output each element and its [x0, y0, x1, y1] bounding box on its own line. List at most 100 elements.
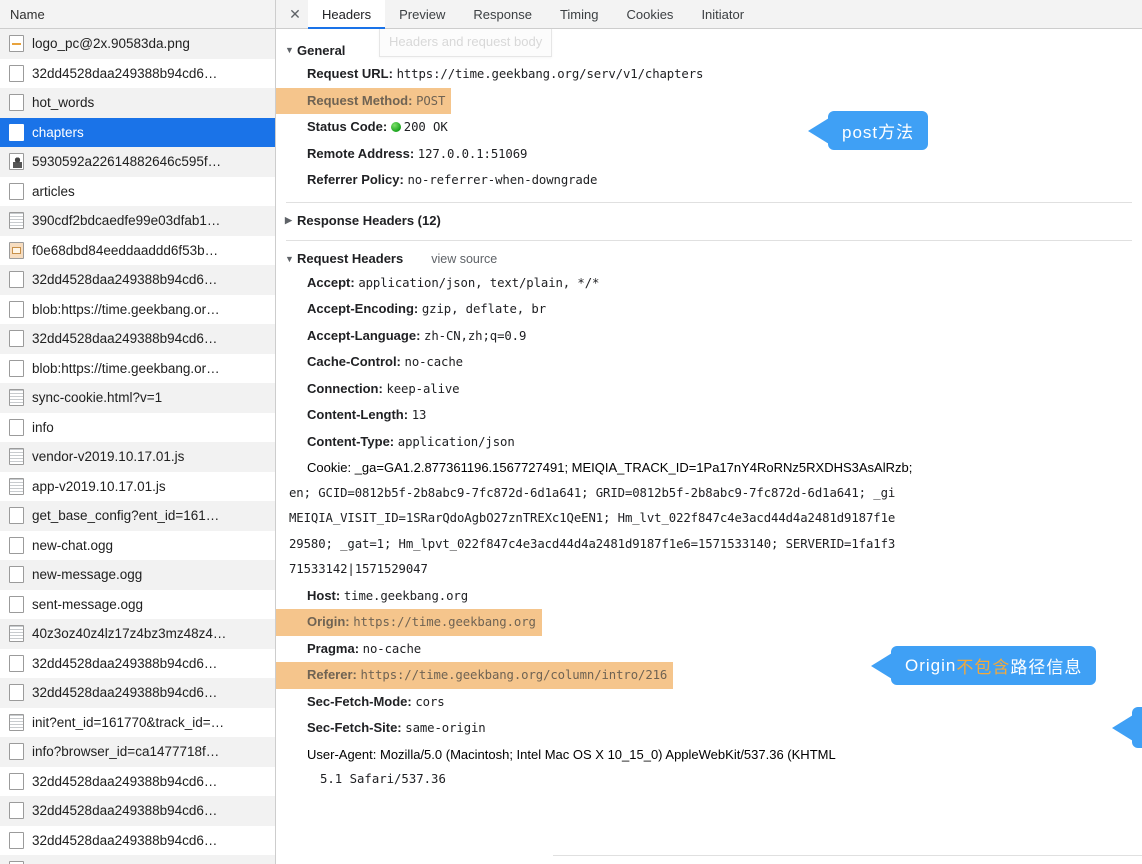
request-list-item[interactable]: 5930592a22614882646c595f…	[0, 147, 275, 177]
origin-highlight-wrapper: Origin: https://time.geekbang.org	[276, 609, 1142, 636]
request-list[interactable]: logo_pc@2x.90583da.png 32dd4528daa249388b…	[0, 29, 275, 864]
request-headers-section-header[interactable]: ▼ Request Headers view source	[276, 248, 1142, 270]
plain-file-icon	[9, 330, 24, 347]
request-list-item[interactable]: 32dd4528daa249388b94cd6…	[0, 767, 275, 797]
tab-headers[interactable]: Headers	[308, 0, 385, 28]
devtools-network-panel: Name logo_pc@2x.90583da.png 32dd4528daa24…	[0, 0, 1142, 864]
request-list-item[interactable]: chapters	[0, 118, 275, 148]
user-agent-value-line-1: Mozilla/5.0 (Macintosh; Intel Mac OS X 1…	[376, 747, 835, 762]
request-list-item-label: articles	[32, 184, 75, 199]
column-header-name: Name	[10, 7, 45, 22]
response-headers-section-header[interactable]: ▶ Response Headers (12)	[276, 210, 1142, 232]
request-list-header: Name	[0, 0, 275, 29]
request-list-item[interactable]: articles	[0, 177, 275, 207]
request-list-item[interactable]: new-chat.ogg	[0, 531, 275, 561]
cookie-value-line-2: en; GCID=0812b5f-2b8abc9-7fc872d-6d1a641…	[289, 481, 1142, 507]
callout-origin-note: Origin不包含路径信息	[891, 646, 1096, 685]
request-list-item[interactable]: init?ent_id=161770&track_id=…	[0, 708, 275, 738]
request-list-item[interactable]: 32dd4528daa249388b94cd6…	[0, 855, 275, 864]
request-list-item[interactable]: 40z3oz40z4lz17z4bz3mz48z4…	[0, 619, 275, 649]
request-list-item-label: chapters	[32, 125, 84, 140]
tab-response[interactable]: Response	[459, 0, 546, 28]
plain-file-icon	[9, 271, 24, 288]
cookie-key: Cookie:	[307, 460, 351, 475]
request-list-item[interactable]: app-v2019.10.17.01.js	[0, 472, 275, 502]
request-list-item[interactable]: blob:https://time.geekbang.or…	[0, 354, 275, 384]
sec-fetch-site-header-row: Sec-Fetch-Site: same-origin	[276, 715, 1142, 742]
plain-file-icon	[9, 360, 24, 377]
section-divider-2	[286, 240, 1132, 241]
request-list-item-label: 32dd4528daa249388b94cd6…	[32, 774, 217, 789]
plain-file-icon	[9, 65, 24, 82]
request-header-row: Accept: application/json, text/plain, */…	[276, 270, 1142, 297]
request-list-item-label: 32dd4528daa249388b94cd6…	[32, 66, 217, 81]
request-list-item[interactable]: sent-message.ogg	[0, 590, 275, 620]
request-header-value: keep-alive	[386, 382, 459, 396]
request-list-item[interactable]: vendor-v2019.10.17.01.js	[0, 442, 275, 472]
general-referrer-policy-row: Referrer Policy: no-referrer-when-downgr…	[276, 167, 1142, 194]
general-status-code-row: Status Code: 200 OK	[276, 114, 1142, 141]
plain-file-icon	[9, 655, 24, 672]
close-icon[interactable]: ✕	[282, 0, 308, 28]
request-list-item[interactable]: logo_pc@2x.90583da.png	[0, 29, 275, 59]
tab-timing[interactable]: Timing	[546, 0, 613, 28]
request-header-key: Connection:	[307, 381, 383, 396]
request-list-item[interactable]: get_base_config?ent_id=161…	[0, 501, 275, 531]
request-list-item[interactable]: 32dd4528daa249388b94cd6…	[0, 826, 275, 856]
request-list-item-label: get_base_config?ent_id=161…	[32, 508, 219, 523]
plain-file-icon	[9, 596, 24, 613]
request-header-key: Accept:	[307, 275, 355, 290]
request-list-item[interactable]: 32dd4528daa249388b94cd6…	[0, 59, 275, 89]
request-list-item-label: blob:https://time.geekbang.or…	[32, 361, 220, 376]
request-list-item-label: sync-cookie.html?v=1	[32, 390, 162, 405]
request-list-item-label: init?ent_id=161770&track_id=…	[32, 715, 224, 730]
plain-file-icon	[9, 507, 24, 524]
request-header-key: Content-Length:	[307, 407, 408, 422]
sec-fetch-mode-key: Sec-Fetch-Mode:	[307, 694, 412, 709]
request-list-item[interactable]: sync-cookie.html?v=1	[0, 383, 275, 413]
referer-header-row: Referer: https://time.geekbang.org/colum…	[276, 662, 673, 689]
request-list-item[interactable]: new-message.ogg	[0, 560, 275, 590]
request-list-item-label: 32dd4528daa249388b94cd6…	[32, 656, 217, 671]
request-list-item[interactable]: info	[0, 413, 275, 443]
request-method-key: Request Method:	[307, 93, 412, 108]
tab-initiator[interactable]: Initiator	[687, 0, 758, 28]
request-url-key: Request URL:	[307, 66, 393, 81]
request-list-item-label: 32dd4528daa249388b94cd6…	[32, 331, 217, 346]
document-file-icon	[9, 389, 24, 406]
person-image-icon	[9, 153, 24, 170]
tab-preview[interactable]: Preview	[385, 0, 459, 28]
request-list-item[interactable]: 32dd4528daa249388b94cd6…	[0, 265, 275, 295]
plain-file-icon	[9, 419, 24, 436]
plain-file-icon	[9, 684, 24, 701]
view-source-link[interactable]: view source	[431, 252, 497, 266]
request-header-value: gzip, deflate, br	[422, 302, 546, 316]
host-value: time.geekbang.org	[344, 589, 468, 603]
request-list-item[interactable]: f0e68dbd84eeddaaddd6f53b…	[0, 236, 275, 266]
request-header-value: zh-CN,zh;q=0.9	[424, 329, 526, 343]
sec-fetch-mode-header-row: Sec-Fetch-Mode: cors	[276, 689, 1142, 716]
chevron-right-icon: ▶	[285, 215, 295, 226]
request-header-value: 13	[412, 408, 427, 422]
detail-tabbar: ✕ HeadersPreviewResponseTimingCookiesIni…	[276, 0, 1142, 29]
request-list-item-label: 40z3oz40z4lz17z4bz3mz48z4…	[32, 626, 226, 641]
request-list-item-label: 32dd4528daa249388b94cd6…	[32, 685, 217, 700]
request-list-item[interactable]: info?browser_id=ca1477718f…	[0, 737, 275, 767]
headers-tab-tooltip: Headers and request body	[379, 29, 552, 57]
request-list-item[interactable]: 32dd4528daa249388b94cd6…	[0, 324, 275, 354]
request-headers-list: Accept: application/json, text/plain, */…	[276, 270, 1142, 456]
request-list-item-label: 32dd4528daa249388b94cd6…	[32, 803, 217, 818]
request-list-item[interactable]: hot_words	[0, 88, 275, 118]
request-list-item[interactable]: 32dd4528daa249388b94cd6…	[0, 796, 275, 826]
plain-file-icon	[9, 832, 24, 849]
request-list-item[interactable]: 390cdf2bdcaedfe99e03dfab1…	[0, 206, 275, 236]
request-url-value: https://time.geekbang.org/serv/v1/chapte…	[397, 67, 704, 81]
request-header-row: Cache-Control: no-cache	[276, 349, 1142, 376]
tab-cookies[interactable]: Cookies	[612, 0, 687, 28]
callout-post-method: post方法	[828, 111, 928, 150]
request-list-item[interactable]: 32dd4528daa249388b94cd6…	[0, 649, 275, 679]
request-header-row: Accept-Language: zh-CN,zh;q=0.9	[276, 323, 1142, 350]
request-list-item[interactable]: 32dd4528daa249388b94cd6…	[0, 678, 275, 708]
request-list-item[interactable]: blob:https://time.geekbang.or…	[0, 295, 275, 325]
request-list-item-label: 5930592a22614882646c595f…	[32, 154, 221, 169]
